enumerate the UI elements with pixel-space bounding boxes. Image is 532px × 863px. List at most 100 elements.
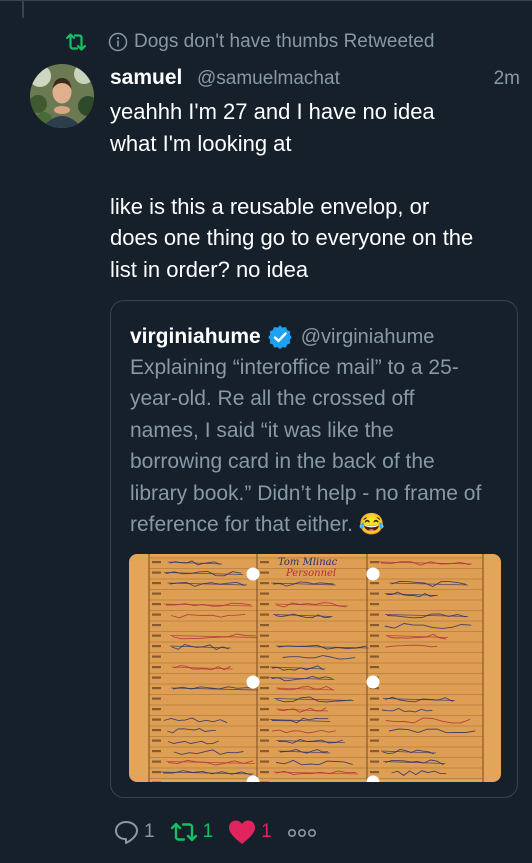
field-label-mark	[370, 739, 379, 742]
avatar[interactable]	[30, 64, 94, 128]
field-label-mark	[260, 676, 269, 679]
field-label-mark	[152, 708, 161, 711]
field-label-mark	[370, 718, 379, 721]
field-label-mark	[152, 750, 161, 753]
field-label-mark	[152, 634, 161, 637]
field-label-mark	[152, 582, 161, 585]
reply-count: 1	[144, 821, 155, 842]
field-label-mark	[370, 729, 379, 732]
field-label-mark	[260, 760, 269, 763]
quoted-author-handle: @virginiahume	[300, 325, 435, 348]
retweet-icon	[65, 33, 87, 51]
field-label-mark	[260, 771, 269, 774]
quoted-text-line: year-old. Re all the crossed off	[130, 387, 415, 411]
field-label-mark	[260, 666, 269, 669]
thread-line	[22, 0, 24, 18]
field-label-mark	[260, 571, 269, 574]
quoted-author-name: virginiahume	[130, 325, 261, 348]
author-handle[interactable]: @samuelmachat	[197, 68, 340, 90]
field-label-mark	[152, 655, 161, 658]
field-label-mark	[152, 592, 161, 595]
field-label-mark	[370, 666, 379, 669]
field-label-mark	[152, 687, 161, 690]
top-divider	[0, 0, 532, 1]
field-label-mark	[260, 781, 269, 782]
envelope-hole	[246, 675, 260, 689]
retweet-context-text[interactable]: Dogs don't have thumbs Retweeted	[134, 31, 434, 53]
tweet-timestamp[interactable]: 2m	[494, 68, 520, 90]
tweet-line: does one thing go to everyone on the	[110, 225, 474, 250]
tweet-line: list in order? no idea	[110, 256, 309, 282]
field-label-mark	[260, 729, 269, 732]
field-label-mark	[152, 760, 161, 763]
field-label-mark	[260, 582, 269, 585]
retweet-button[interactable]: 1	[169, 818, 214, 846]
retweet-icon	[170, 822, 197, 842]
field-label-mark	[260, 750, 269, 753]
field-label-mark	[152, 676, 161, 679]
tweet-paragraph: yeahhh I'm 27 and I have no idea what I'…	[110, 96, 522, 159]
field-label-mark	[370, 655, 379, 658]
field-label-mark	[370, 624, 379, 627]
tweet-paragraph: like is this a reusable envelop, or does…	[110, 191, 522, 286]
like-icon	[229, 820, 256, 844]
retweet-count: 1	[202, 821, 214, 842]
field-label-mark	[260, 655, 269, 658]
field-label-mark	[370, 592, 379, 595]
author-name[interactable]: samuel	[110, 66, 182, 90]
field-label-mark	[260, 624, 269, 627]
quoted-text-line: borrowing card in the back of the	[130, 450, 435, 474]
field-label-mark	[260, 697, 269, 700]
field-label-mark	[370, 634, 379, 637]
field-label-mark	[152, 603, 161, 606]
envelope-hole	[246, 567, 260, 581]
field-label-mark	[152, 645, 161, 648]
reply-icon	[115, 821, 138, 844]
field-label-mark	[152, 666, 161, 669]
field-label-mark	[260, 561, 269, 564]
field-label-mark	[260, 708, 269, 711]
more-icon	[287, 829, 316, 838]
field-label-mark	[370, 708, 379, 711]
field-label-mark	[152, 729, 161, 732]
field-label-mark	[260, 603, 269, 606]
field-label-mark	[370, 760, 379, 763]
field-label-mark	[152, 739, 161, 742]
field-label-mark	[370, 771, 379, 774]
field-label-mark	[152, 718, 161, 721]
quoted-text-line: reference for that either. 😂	[130, 513, 385, 537]
field-label-mark	[152, 571, 161, 574]
interoffice-envelope-image[interactable]: Tom Mlinac Personnel	[129, 554, 501, 782]
quoted-text-line: library book.” Didn’t help - no frame of	[130, 481, 482, 505]
quoted-tweet-card[interactable]: virginiahume @virginiahume Explaining “i…	[110, 300, 518, 798]
tweet-line: like is this a reusable envelop, or	[110, 193, 430, 219]
more-options-button[interactable]	[286, 818, 318, 846]
envelope-hole	[366, 675, 380, 689]
like-button[interactable]: 1	[227, 818, 272, 846]
field-label-mark	[370, 697, 379, 700]
field-label-mark	[370, 603, 379, 606]
field-label-mark	[260, 592, 269, 595]
field-label-mark	[260, 687, 269, 690]
field-label-mark	[260, 613, 269, 616]
field-label-mark	[260, 718, 269, 721]
quoted-tweet-header: virginiahume @virginiahume	[130, 323, 434, 351]
field-label-mark	[152, 781, 161, 782]
like-count: 1	[261, 821, 272, 842]
field-label-mark	[152, 561, 161, 564]
field-label-mark	[260, 739, 269, 742]
field-label-mark	[152, 697, 161, 700]
field-label-mark	[152, 624, 161, 627]
verified-badge-icon	[267, 325, 292, 350]
tweet-line: yeahhh I'm 27 and I have no idea	[110, 99, 435, 124]
envelope-hole	[366, 567, 380, 581]
tweet-line: what I'm looking at	[110, 130, 292, 156]
quoted-text-line: names, I said “it was like the	[130, 418, 394, 442]
reply-button[interactable]: 1	[112, 818, 155, 846]
field-label-mark	[370, 645, 379, 648]
field-label-mark	[152, 613, 161, 616]
field-label-mark	[370, 613, 379, 616]
handwritten-name: Tom Mlinac	[278, 557, 338, 568]
field-label-mark	[260, 645, 269, 648]
tweet-text: yeahhh I'm 27 and I have no idea what I'…	[110, 96, 522, 285]
